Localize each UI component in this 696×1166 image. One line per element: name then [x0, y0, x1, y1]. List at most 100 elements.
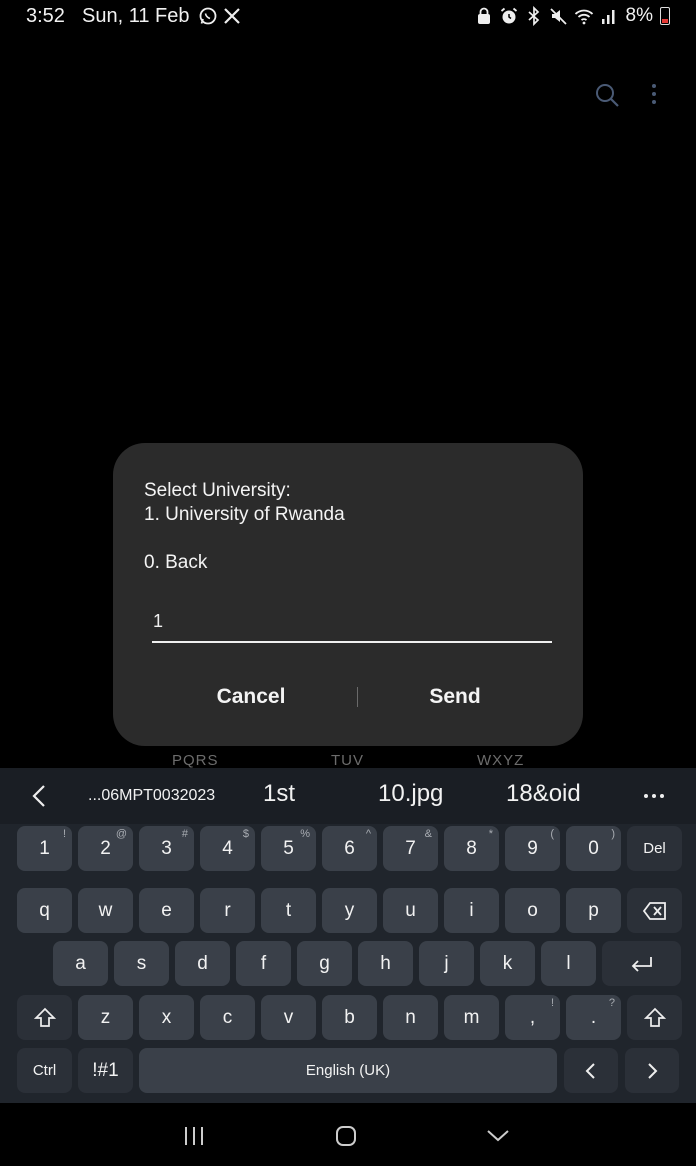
- key-alt-symbol: (: [550, 828, 554, 840]
- key-p[interactable]: p: [566, 888, 621, 933]
- cursor-right-key[interactable]: [625, 1048, 679, 1093]
- key-z[interactable]: z: [78, 995, 133, 1040]
- x-icon: [224, 8, 240, 24]
- suggestion-2[interactable]: 1st: [263, 780, 295, 808]
- key-label: 4: [222, 837, 233, 859]
- key-alt-symbol: ?: [608, 997, 615, 1009]
- recent-apps-icon[interactable]: [174, 1121, 214, 1151]
- key-alt-symbol: &: [424, 828, 432, 840]
- dialog-message: Select University: 1. University of Rwan…: [144, 480, 345, 573]
- key-label: ,: [529, 1006, 536, 1028]
- backspace-key[interactable]: [627, 888, 682, 933]
- key-a[interactable]: a: [53, 941, 108, 986]
- home-icon[interactable]: [326, 1121, 366, 1151]
- key-f[interactable]: f: [236, 941, 291, 986]
- search-icon[interactable]: [592, 80, 622, 110]
- key-alt-symbol: %: [300, 828, 310, 840]
- key-y[interactable]: y: [322, 888, 377, 933]
- key-9[interactable]: 9(: [505, 826, 560, 871]
- key-label: 2: [100, 837, 111, 859]
- battery-level: 8%: [625, 5, 653, 26]
- key-label: k: [502, 952, 513, 974]
- suggestion-4[interactable]: 18&oid: [506, 780, 581, 808]
- key-m[interactable]: m: [444, 995, 499, 1040]
- key-label: l: [566, 952, 571, 974]
- key-v[interactable]: v: [261, 995, 316, 1040]
- key-i[interactable]: i: [444, 888, 499, 933]
- arrow-left-icon: [581, 1061, 601, 1081]
- more-horiz-icon[interactable]: [640, 782, 668, 810]
- key-s[interactable]: s: [114, 941, 169, 986]
- key-e[interactable]: e: [139, 888, 194, 933]
- chevron-left-icon[interactable]: [26, 782, 54, 810]
- enter-key[interactable]: [602, 941, 681, 986]
- key-label: c: [222, 1006, 233, 1028]
- cursor-left-key[interactable]: [564, 1048, 618, 1093]
- shift-left-key[interactable]: [17, 995, 72, 1040]
- key-label: i: [469, 899, 474, 921]
- suggestion-bar: ...06MPT0032023 1st 10.jpg 18&oid: [0, 768, 696, 824]
- send-button[interactable]: Send: [355, 673, 555, 721]
- key-j[interactable]: j: [419, 941, 474, 986]
- key-2[interactable]: 2 @: [78, 826, 133, 871]
- key-o[interactable]: o: [505, 888, 560, 933]
- key-n[interactable]: n: [383, 995, 438, 1040]
- key-u[interactable]: u: [383, 888, 438, 933]
- backspace-icon: [642, 901, 668, 921]
- navigation-bar: [0, 1103, 696, 1166]
- key-alt-symbol: ): [611, 828, 615, 840]
- key-7[interactable]: 7 &: [383, 826, 438, 871]
- key-label: f: [260, 952, 267, 974]
- key-label: Del: [643, 840, 666, 857]
- alarm-icon: [500, 7, 517, 24]
- key-comma[interactable]: ,!: [505, 995, 560, 1040]
- suggestion-1[interactable]: ...06MPT0032023: [88, 787, 215, 805]
- delete-key[interactable]: Del: [627, 826, 682, 871]
- key-r[interactable]: r: [200, 888, 255, 933]
- key-label: g: [319, 952, 330, 974]
- reply-input[interactable]: 1: [152, 607, 552, 643]
- cancel-button[interactable]: Cancel: [151, 673, 351, 721]
- key-label: d: [197, 952, 208, 974]
- key-alt-symbol: $: [242, 828, 249, 840]
- suggestion-3[interactable]: 10.jpg: [378, 780, 443, 808]
- shift-icon: [33, 1007, 56, 1029]
- key-label: !#1: [92, 1059, 119, 1081]
- key-d[interactable]: d: [175, 941, 230, 986]
- key-1[interactable]: 1!: [17, 826, 72, 871]
- key-8[interactable]: 8 *: [444, 826, 499, 871]
- notification-icons: [198, 5, 242, 27]
- space-key[interactable]: English (UK): [139, 1048, 557, 1093]
- key-g[interactable]: g: [297, 941, 352, 986]
- key-6[interactable]: 6 ^: [322, 826, 377, 871]
- shift-right-key[interactable]: [627, 995, 682, 1040]
- key-4[interactable]: 4 $: [200, 826, 255, 871]
- key-w[interactable]: w: [78, 888, 133, 933]
- more-vert-icon[interactable]: [640, 80, 670, 110]
- key-x[interactable]: x: [139, 995, 194, 1040]
- system-icons: 8%: [474, 4, 670, 28]
- key-c[interactable]: c: [200, 995, 255, 1040]
- key-alt-symbol: !: [62, 828, 66, 840]
- key-t[interactable]: t: [261, 888, 316, 933]
- key-0[interactable]: 0): [566, 826, 621, 871]
- bluetooth-icon: [527, 6, 539, 26]
- key-label: 7: [405, 837, 416, 859]
- key-label: r: [224, 899, 231, 921]
- key-3[interactable]: 3 #: [139, 826, 194, 871]
- key-l[interactable]: l: [541, 941, 596, 986]
- key-h[interactable]: h: [358, 941, 413, 986]
- key-label: 1: [39, 837, 50, 859]
- key-b[interactable]: b: [322, 995, 377, 1040]
- whatsapp-icon: [199, 7, 217, 25]
- symbols-key[interactable]: !#1: [78, 1048, 133, 1093]
- key-q[interactable]: q: [17, 888, 72, 933]
- key-k[interactable]: k: [480, 941, 535, 986]
- key-label: w: [98, 899, 113, 921]
- key-alt-symbol: @: [115, 828, 127, 840]
- hide-keyboard-icon[interactable]: [478, 1121, 518, 1151]
- key-5[interactable]: 5%: [261, 826, 316, 871]
- ctrl-key[interactable]: Ctrl: [17, 1048, 72, 1093]
- key-period[interactable]: .?: [566, 995, 621, 1040]
- key-alt-symbol: #: [181, 828, 188, 840]
